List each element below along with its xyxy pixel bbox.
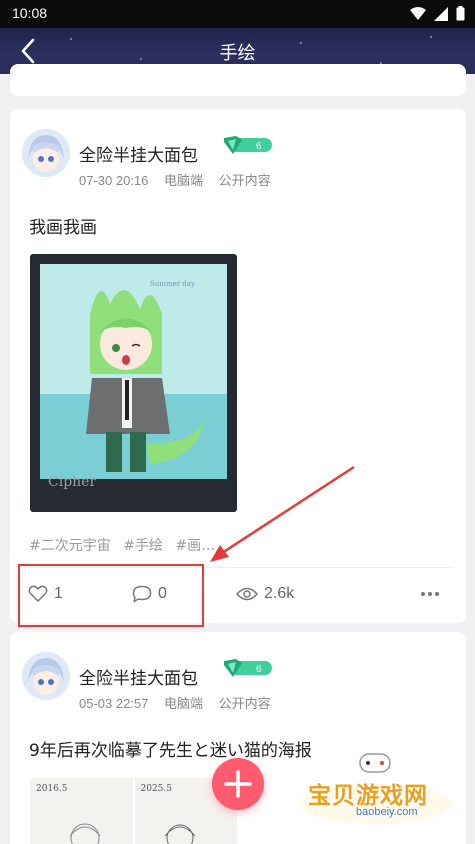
- thumbnail-label: 2025.5: [140, 784, 173, 794]
- level-text: 6: [256, 141, 262, 152]
- page-title: 手绘: [219, 43, 256, 64]
- post-visibility: 公开内容: [218, 696, 271, 711]
- more-options-icon[interactable]: [418, 585, 442, 603]
- post-visibility: 公开内容: [218, 173, 271, 188]
- eye-icon: [236, 587, 258, 601]
- status-bar: 10:08: [0, 0, 475, 28]
- watermark-text: 宝贝游戏网: [308, 783, 428, 809]
- author-name[interactable]: 全险半挂大面包: [79, 141, 198, 166]
- view-count-display: 2.6k: [236, 581, 294, 607]
- status-time: 10:08: [12, 5, 48, 21]
- post-image[interactable]: Summer day Cipher: [30, 254, 237, 512]
- create-post-button[interactable]: [212, 758, 264, 810]
- plus-icon: [224, 770, 252, 798]
- tag-item[interactable]: #手绘: [123, 538, 163, 554]
- post-device: 电脑端: [164, 696, 204, 711]
- post-meta: 05-03 22:57 电脑端 公开内容: [79, 693, 283, 712]
- tag-item[interactable]: #画…: [175, 538, 215, 554]
- post-image-grid[interactable]: 2016.5 2025.5: [30, 778, 237, 844]
- post-thumbnail[interactable]: 2016.5: [30, 778, 133, 844]
- post-device: 电脑端: [164, 173, 204, 188]
- battery-icon: [456, 6, 465, 21]
- post-text[interactable]: 9年后再次临摹了先生と迷い猫的海报: [29, 736, 312, 761]
- post-date: 05-03 22:57: [79, 696, 149, 711]
- previous-post-card: [10, 64, 466, 96]
- artwork-signature: Cipher: [48, 474, 96, 490]
- post-meta: 07-30 20:16 电脑端 公开内容: [79, 170, 283, 189]
- status-icons: [410, 6, 465, 21]
- avatar[interactable]: [22, 129, 70, 177]
- level-badge: 6: [222, 134, 274, 156]
- level-text: 6: [256, 664, 262, 675]
- view-count: 2.6k: [264, 585, 295, 602]
- wifi-icon: [410, 6, 426, 20]
- post-card[interactable]: 全险半挂大面包 6 07-30 20:16 电脑端 公开内容 我画我画 Summ…: [10, 109, 466, 623]
- post-date: 07-30 20:16: [79, 173, 149, 188]
- author-name[interactable]: 全险半挂大面包: [79, 664, 198, 689]
- tag-list: #二次元宇宙 #手绘 #画…: [29, 535, 223, 555]
- level-badge: 6: [222, 657, 274, 679]
- annotation-highlight-box: [18, 564, 204, 627]
- tag-item[interactable]: #二次元宇宙: [29, 538, 111, 554]
- avatar[interactable]: [22, 652, 70, 700]
- post-text[interactable]: 我画我画: [29, 213, 97, 238]
- watermark-url: baobeiy.com: [356, 806, 418, 818]
- svg-text:Summer day: Summer day: [150, 280, 195, 288]
- thumbnail-label: 2016.5: [36, 784, 68, 794]
- signal-icon: [434, 6, 448, 21]
